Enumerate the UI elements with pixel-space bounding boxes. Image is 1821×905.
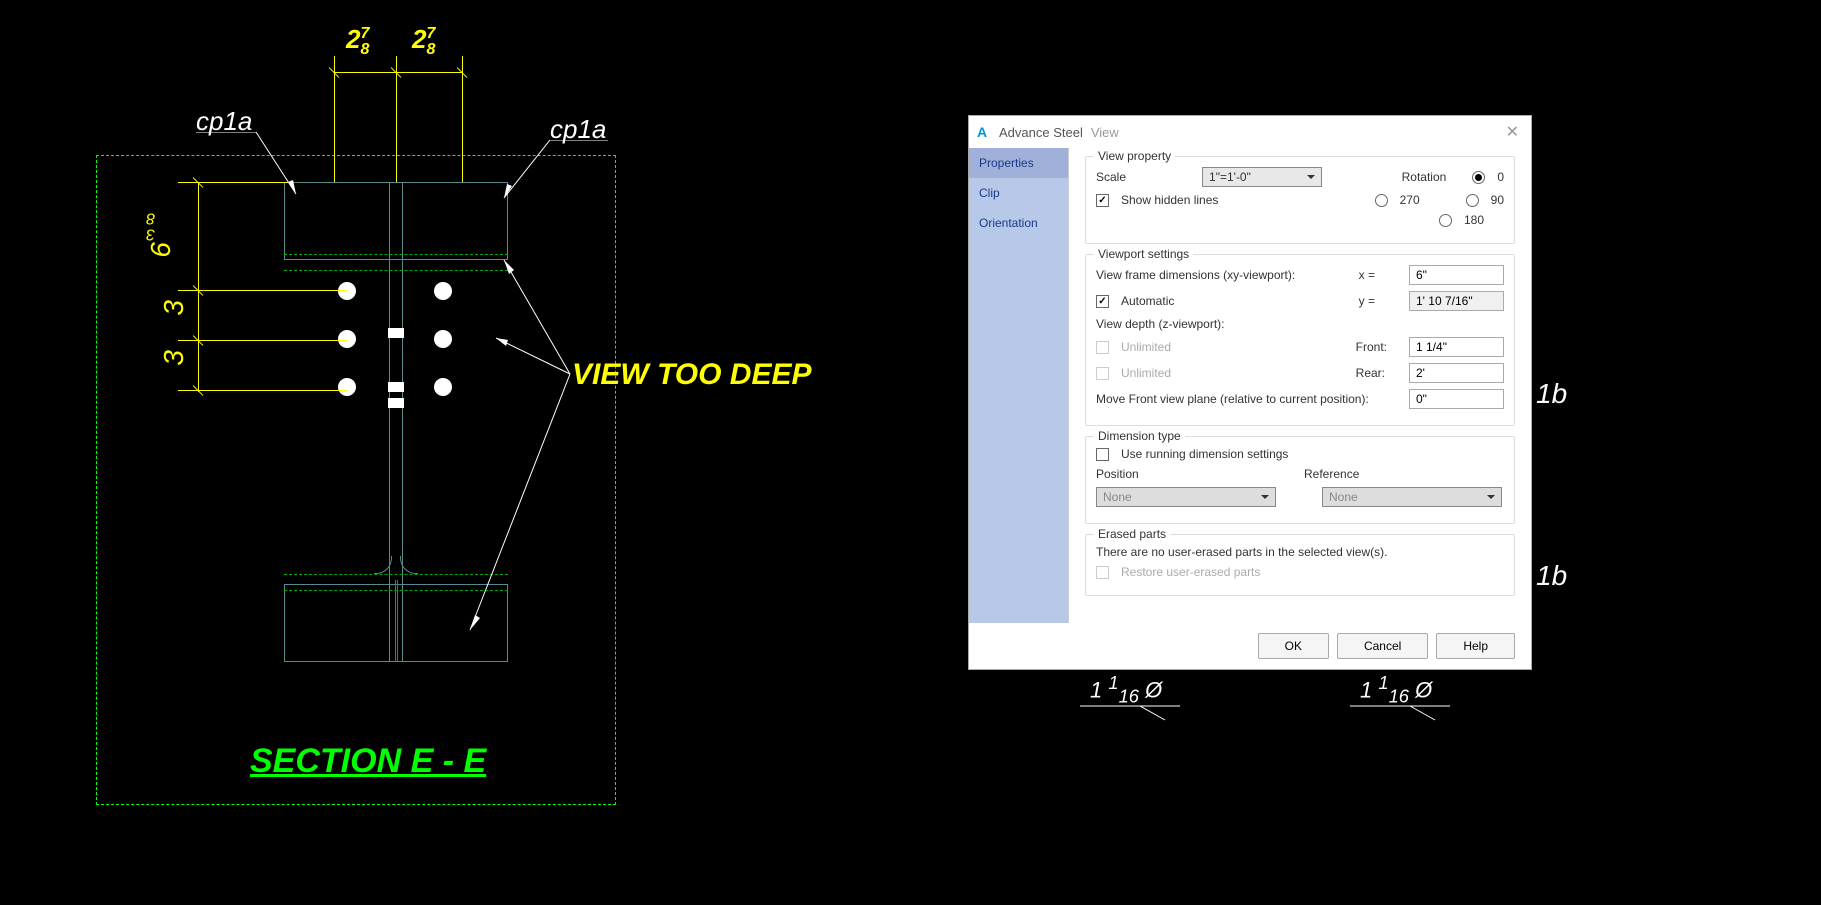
restore-checkbox [1096,566,1109,579]
dim-v-mid: 3 [158,300,190,316]
move-front-label: Move Front view plane (relative to curre… [1096,392,1369,406]
dim-v-top: 638 [145,210,177,258]
y-input[interactable] [1409,291,1504,311]
rotation-180-radio[interactable] [1439,214,1452,227]
rotation-270-radio[interactable] [1375,194,1388,207]
bg-label-1: 1b [1536,378,1567,410]
dim-top-right: 278 [412,24,435,58]
use-running-checkbox[interactable] [1096,448,1109,461]
app-icon: A [977,124,993,140]
position-label: Position [1096,467,1296,481]
group-title-viewport: Viewport settings [1094,247,1193,261]
reference-select: None [1322,487,1502,507]
scale-select[interactable]: 1"=1'-0" [1202,167,1322,187]
group-title-view-property: View property [1094,149,1175,163]
vf-dims-label: View frame dimensions (xy-viewport): [1096,268,1295,282]
x-input[interactable] [1409,265,1504,285]
group-viewport-settings: Viewport settings View frame dimensions … [1085,254,1515,426]
position-select: None [1096,487,1276,507]
y-label: y = [1359,294,1375,308]
close-icon[interactable]: ✕ [1502,122,1523,142]
front-input[interactable] [1409,337,1504,357]
show-hidden-checkbox[interactable] [1096,194,1109,207]
cad-canvas[interactable]: 278 278 638 3 3 cp1a cp1a VIEW TOO DEEP … [0,0,1821,905]
sidebar-item-properties[interactable]: Properties [969,148,1068,178]
dialog-title: Advance Steel [999,125,1083,140]
unlimited-front-checkbox[interactable] [1096,341,1109,354]
dialog-footer: OK Cancel Help [969,623,1531,669]
dialog-content: View property Scale 1"=1'-0" Rotation 0 … [1069,148,1531,623]
group-erased-parts: Erased parts There are no user-erased pa… [1085,534,1515,596]
rear-input[interactable] [1409,363,1504,383]
unlimited-rear-label: Unlimited [1121,366,1171,380]
bg-label-2: 1b [1536,560,1567,592]
section-title: SECTION E - E [250,742,486,781]
group-title-erased: Erased parts [1094,527,1170,541]
group-dimension-type: Dimension type Use running dimension set… [1085,436,1515,524]
view-properties-dialog: A Advance Steel View ✕ Properties Clip O… [968,115,1532,670]
rear-label: Rear: [1356,366,1385,380]
unlimited-front-label: Unlimited [1121,340,1171,354]
help-button[interactable]: Help [1436,633,1515,659]
x-label: x = [1359,268,1375,282]
automatic-checkbox[interactable] [1096,295,1109,308]
show-hidden-label: Show hidden lines [1121,193,1218,207]
group-title-dimension: Dimension type [1094,429,1185,443]
cancel-button[interactable]: Cancel [1337,633,1428,659]
ok-button[interactable]: OK [1258,633,1329,659]
automatic-label: Automatic [1121,294,1174,308]
sidebar-item-orientation[interactable]: Orientation [969,208,1068,238]
unlimited-rear-checkbox[interactable] [1096,367,1109,380]
rotation-0-radio[interactable] [1472,171,1485,184]
use-running-label: Use running dimension settings [1121,447,1288,461]
dialog-sidebar: Properties Clip Orientation [969,148,1069,623]
dialog-subtitle: View [1091,125,1119,140]
reference-label: Reference [1304,467,1359,481]
group-view-property: View property Scale 1"=1'-0" Rotation 0 … [1085,156,1515,244]
rotation-90-radio[interactable] [1466,194,1479,207]
front-label: Front: [1356,340,1387,354]
move-front-input[interactable] [1409,389,1504,409]
restore-label: Restore user-erased parts [1121,565,1260,579]
dialog-titlebar[interactable]: A Advance Steel View ✕ [969,116,1531,148]
sidebar-item-clip[interactable]: Clip [969,178,1068,208]
view-depth-label: View depth (z-viewport): [1096,317,1225,331]
dim-top-left: 278 [346,24,369,58]
scale-label: Scale [1096,170,1126,184]
dim-v-bot: 3 [158,350,190,366]
erased-message: There are no user-erased parts in the se… [1096,545,1387,559]
rotation-label: Rotation [1402,170,1447,184]
